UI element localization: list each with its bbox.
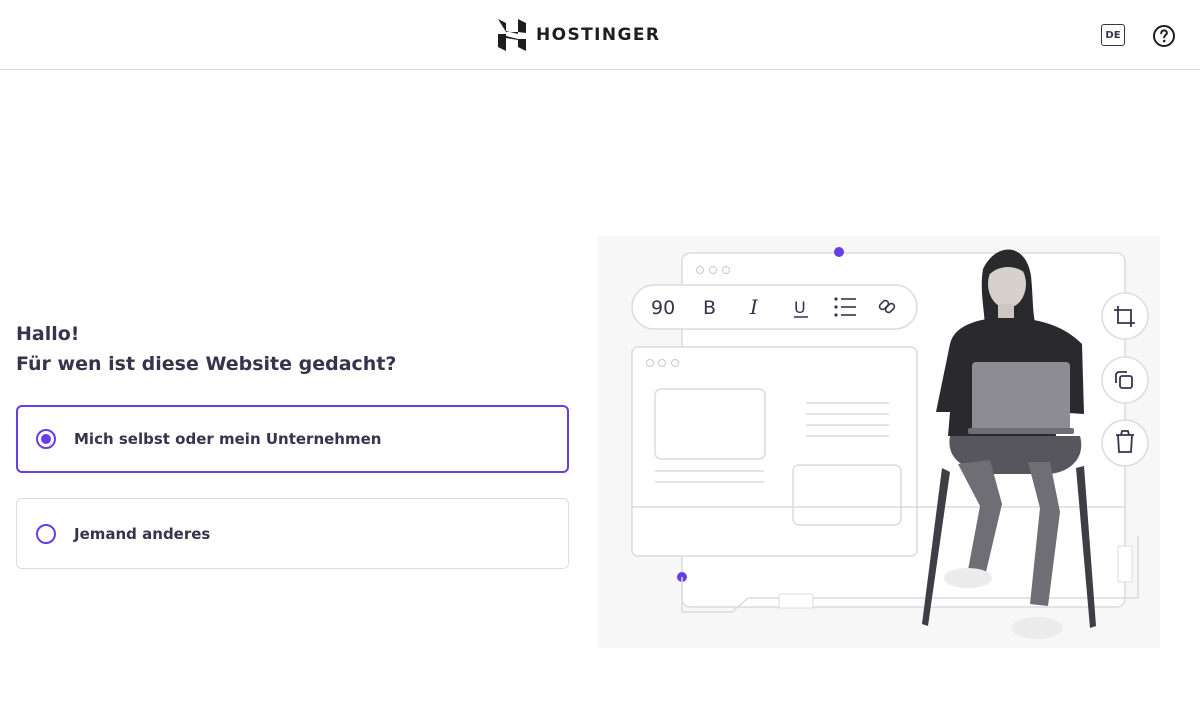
hostinger-logo-icon <box>498 19 526 51</box>
option-label: Mich selbst oder mein Unternehmen <box>74 430 382 448</box>
question-heading: Für wen ist diese Website gedacht? <box>16 353 397 375</box>
toolbar-bold: B <box>703 297 716 319</box>
greeting-text: Hallo! <box>16 323 80 345</box>
radio-dot <box>41 434 51 444</box>
option-label: Jemand anderes <box>74 524 211 543</box>
toolbar-italic: I <box>749 295 759 319</box>
option-someone-else[interactable]: Jemand anderes <box>16 498 569 569</box>
brand-name: HOSTINGER <box>536 25 661 45</box>
toolbar-underline: U <box>794 298 806 317</box>
option-myself-or-business[interactable]: Mich selbst oder mein Unternehmen <box>16 405 569 473</box>
help-icon[interactable] <box>1152 24 1176 48</box>
toolbar-font-size: 90 <box>651 297 675 319</box>
top-header: HOSTINGER DE <box>0 0 1200 70</box>
radio-button-selected[interactable] <box>36 429 56 449</box>
radio-button[interactable] <box>36 523 56 544</box>
language-button[interactable]: DE <box>1101 24 1125 46</box>
hostinger-logo[interactable]: HOSTINGER <box>498 19 660 51</box>
website-builder-illustration: 90 B I U <box>598 236 1160 648</box>
